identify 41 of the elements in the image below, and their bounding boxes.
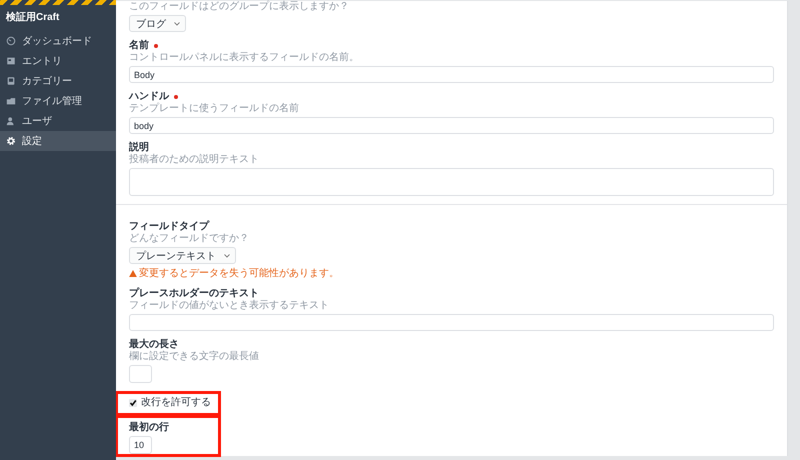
field-hint: コントロールパネルに表示するフィールドの名前。 bbox=[129, 52, 360, 63]
site-name: 検証用Craft bbox=[4, 10, 60, 25]
checkbox[interactable] bbox=[129, 399, 137, 407]
sidebar-item[interactable]: エントリ bbox=[0, 51, 116, 71]
input-field[interactable] bbox=[129, 365, 152, 383]
field-hint: 欄に設定できる文字の最長値 bbox=[129, 351, 260, 362]
sidebar-item[interactable]: 設定 bbox=[0, 131, 116, 151]
select-field[interactable]: プレーンテキスト bbox=[129, 247, 236, 264]
warning-text: 変更するとデータを失う可能性があります。 bbox=[139, 266, 339, 280]
select-field[interactable]: ブログ bbox=[129, 15, 186, 32]
field-label: ハンドル bbox=[129, 91, 169, 102]
field-label: 最大の長さ bbox=[129, 339, 179, 350]
settings-icon bbox=[6, 136, 16, 146]
sidebar-item[interactable]: カテゴリー bbox=[0, 71, 116, 91]
field-label: 説明 bbox=[129, 142, 149, 153]
caret-icon bbox=[224, 254, 230, 258]
input-field[interactable]: 10 bbox=[129, 436, 152, 454]
caret-icon bbox=[174, 22, 180, 26]
tray-icon bbox=[6, 76, 16, 86]
warning-icon bbox=[129, 270, 137, 276]
input-field[interactable]: Body bbox=[129, 66, 774, 83]
field-label: 最初の行 bbox=[129, 422, 169, 433]
field-hint: 投稿者のための説明テキスト bbox=[129, 154, 260, 165]
gauge-icon bbox=[6, 36, 16, 46]
field-hint: テンプレートに使うフィールドの名前 bbox=[129, 103, 300, 114]
sidebar-item[interactable]: ファイル管理 bbox=[0, 91, 116, 111]
sidebar-item[interactable]: ダッシュボード bbox=[0, 31, 116, 51]
square-icon bbox=[6, 56, 16, 66]
field-hint: フィールドの値がないとき表示するテキスト bbox=[129, 300, 330, 311]
field-label: プレースホルダーのテキスト bbox=[129, 288, 259, 299]
sidebar-item[interactable]: ユーザ bbox=[0, 111, 116, 131]
person-icon bbox=[6, 116, 16, 126]
field-label: フィールドタイプ bbox=[129, 221, 209, 232]
checkbox-label: 改行を許可する bbox=[141, 397, 211, 409]
field-label: 名前 bbox=[129, 40, 149, 51]
input-field[interactable]: body bbox=[129, 117, 774, 134]
folder-icon bbox=[6, 96, 16, 106]
field-hint: このフィールドはどのグループに表示しますか？ bbox=[129, 1, 350, 12]
field-hint: どんなフィールドですか？ bbox=[129, 233, 250, 244]
textarea-field[interactable] bbox=[129, 168, 774, 196]
input-field[interactable] bbox=[129, 314, 774, 331]
